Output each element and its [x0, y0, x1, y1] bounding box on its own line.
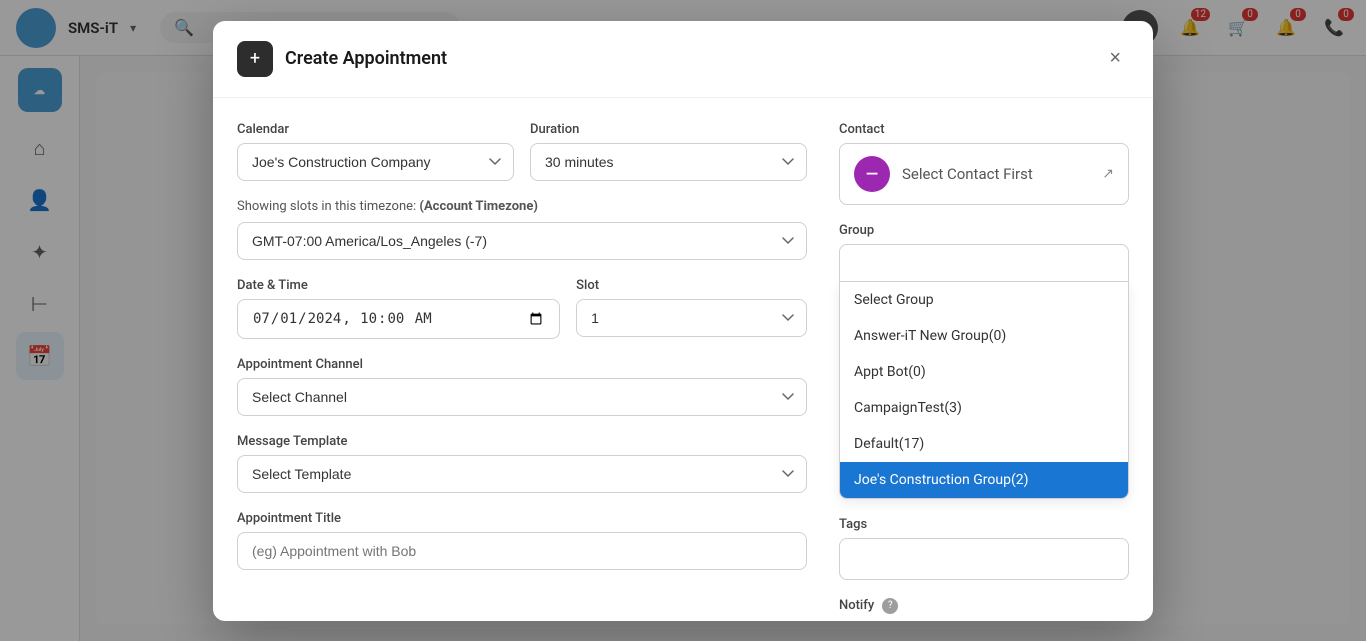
create-appointment-modal: + Create Appointment × Calendar Joe's Co…: [213, 21, 1153, 621]
duration-field: Duration 30 minutes 15 minutes 45 minute…: [530, 122, 807, 181]
calendar-select[interactable]: Joe's Construction Company: [237, 143, 514, 181]
datetime-input[interactable]: [237, 299, 560, 339]
calendar-duration-row: Calendar Joe's Construction Company Dura…: [237, 122, 807, 181]
timezone-row: Showing slots in this timezone: (Account…: [237, 199, 807, 260]
timezone-bold: (Account Timezone): [419, 199, 538, 214]
datetime-label: Date & Time: [237, 278, 560, 293]
datetime-slot-row: Date & Time Slot 1 2 3: [237, 278, 807, 339]
timezone-prefix: Showing slots in this timezone:: [237, 199, 416, 214]
datetime-field: Date & Time: [237, 278, 560, 339]
template-label: Message Template: [237, 434, 807, 449]
tags-input[interactable]: [839, 538, 1129, 580]
group-section: Group Select Group Answer-iT New Group(0…: [839, 223, 1129, 499]
group-dropdown: Select Group Answer-iT New Group(0) Appt…: [839, 282, 1129, 499]
channel-label: Appointment Channel: [237, 357, 807, 372]
timezone-info-text: Showing slots in this timezone: (Account…: [237, 199, 807, 214]
modal-header: + Create Appointment ×: [213, 21, 1153, 98]
plus-icon: +: [250, 48, 260, 69]
modal-close-button[interactable]: ×: [1101, 43, 1129, 74]
notify-label: Notify: [839, 598, 874, 613]
calendar-label: Calendar: [237, 122, 514, 137]
calendar-field: Calendar Joe's Construction Company: [237, 122, 514, 181]
duration-select[interactable]: 30 minutes 15 minutes 45 minutes 60 minu…: [530, 143, 807, 181]
notify-help-icon[interactable]: ?: [882, 598, 898, 614]
tags-label: Tags: [839, 517, 1129, 532]
slot-field: Slot 1 2 3: [576, 278, 807, 339]
modal-left-column: Calendar Joe's Construction Company Dura…: [237, 122, 807, 614]
tags-row: Tags: [839, 517, 1129, 580]
group-option-joes-construction[interactable]: Joe's Construction Group(2): [840, 462, 1128, 498]
slot-select[interactable]: 1 2 3: [576, 299, 807, 337]
group-search-input[interactable]: [839, 244, 1129, 282]
channel-select[interactable]: Select Channel SMS Email WhatsApp: [237, 378, 807, 416]
channel-row: Appointment Channel Select Channel SMS E…: [237, 357, 807, 416]
slot-label: Slot: [576, 278, 807, 293]
group-label: Group: [839, 223, 1129, 238]
contact-external-link-icon[interactable]: ↗: [1102, 166, 1114, 182]
modal-right-column: Contact — Select Contact First ↗ Group S…: [839, 122, 1129, 614]
template-select[interactable]: Select Template: [237, 455, 807, 493]
modal-header-icon: +: [237, 41, 273, 77]
title-label: Appointment Title: [237, 511, 807, 526]
timezone-select[interactable]: GMT-07:00 America/Los_Angeles (-7): [237, 222, 807, 260]
group-option-answer-it[interactable]: Answer-iT New Group(0): [840, 318, 1128, 354]
contact-box[interactable]: — Select Contact First ↗: [839, 143, 1129, 205]
title-row: Appointment Title: [237, 511, 807, 570]
group-option-appt-bot[interactable]: Appt Bot(0): [840, 354, 1128, 390]
modal-title: Create Appointment: [285, 48, 447, 69]
contact-avatar: —: [854, 156, 890, 192]
contact-row: Contact — Select Contact First ↗: [839, 122, 1129, 205]
group-option-default[interactable]: Default(17): [840, 426, 1128, 462]
modal-body: Calendar Joe's Construction Company Dura…: [213, 98, 1153, 621]
contact-label: Contact: [839, 122, 1129, 137]
contact-avatar-icon: —: [866, 164, 878, 183]
group-option-select[interactable]: Select Group: [840, 282, 1128, 318]
contact-name: Select Contact First: [902, 165, 1090, 183]
template-row: Message Template Select Template: [237, 434, 807, 493]
duration-label: Duration: [530, 122, 807, 137]
notify-row: Notify ?: [839, 598, 1129, 614]
group-option-campaign-test[interactable]: CampaignTest(3): [840, 390, 1128, 426]
appointment-title-input[interactable]: [237, 532, 807, 570]
